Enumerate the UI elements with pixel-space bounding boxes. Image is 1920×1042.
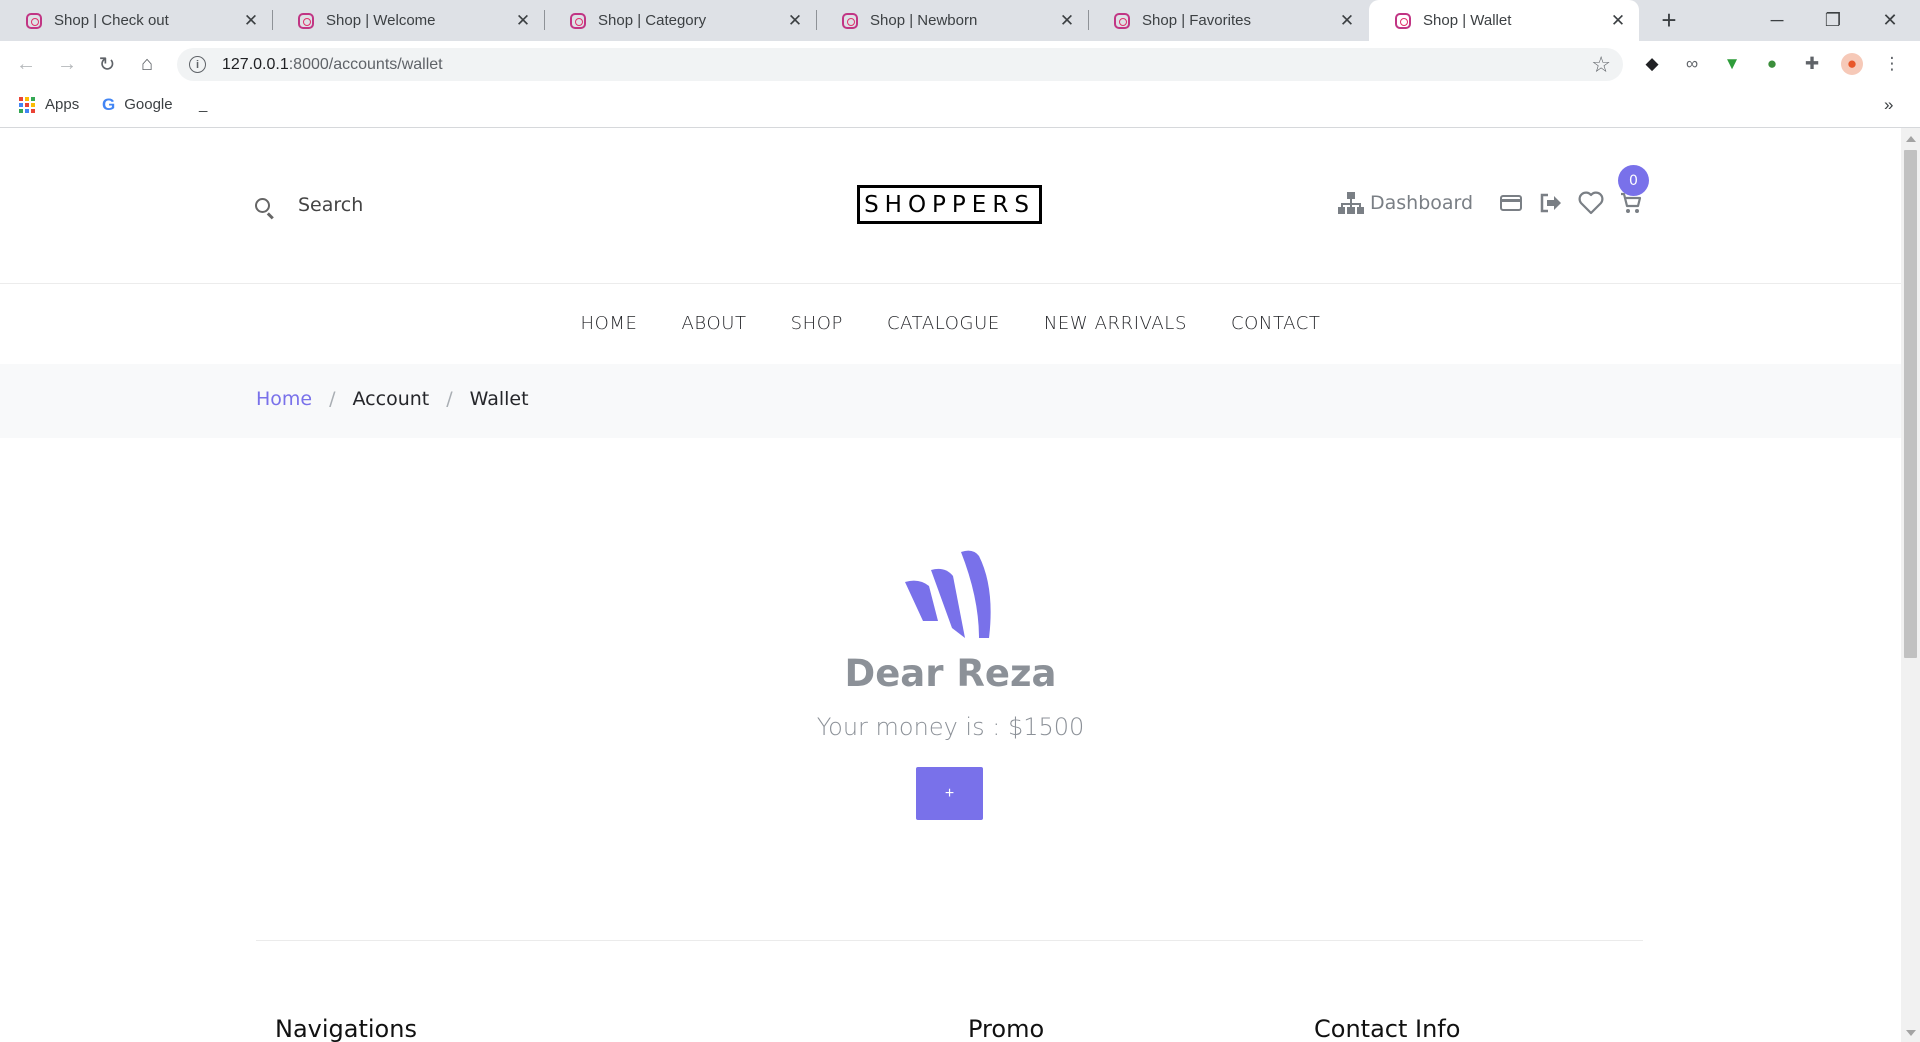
close-tab-icon[interactable]: ✕ [242,11,260,30]
logout-icon[interactable] [1538,190,1564,216]
apps-grid-icon [19,96,35,113]
extensions-puzzle-icon[interactable]: ✚ [1801,53,1823,75]
minimize-window-button[interactable]: ─ [1749,0,1805,41]
main-navigation: HOME ABOUT SHOP CATALOGUE NEW ARRIVALS C… [0,283,1901,363]
close-tab-icon[interactable]: ✕ [786,11,804,30]
tab-title: Shop | Newborn [870,12,978,29]
wallet-greeting: Dear Reza [844,652,1057,695]
url-host: 127.0.0.1 [222,55,289,73]
browser-menu-icon[interactable]: ⋮ [1881,53,1903,75]
scrollbar-thumb[interactable] [1904,150,1917,658]
close-tab-icon[interactable]: ✕ [514,11,532,30]
bookmark-google[interactable]: G Google [102,87,173,122]
tab-title: Shop | Wallet [1423,12,1512,29]
browser-toolbar: ← → ↻ ⌂ i 127.0.0.1:8000/accounts/wallet… [0,41,1920,87]
address-bar[interactable]: i 127.0.0.1:8000/accounts/wallet ☆ [177,48,1623,81]
page-scrollbar[interactable] [1901,128,1920,1042]
heart-icon[interactable] [1578,190,1604,216]
instagram-favicon-icon [26,12,42,29]
bookmark-label: Google [124,96,173,113]
breadcrumb-separator: / [329,388,336,410]
tab-title: Shop | Category [598,12,707,29]
browser-tab[interactable]: Shop | Check out ✕ [0,0,272,41]
footer-navigations-heading: Navigations [275,1015,417,1042]
bookmark-apps[interactable]: Apps [19,87,79,122]
bookmark-star-icon[interactable]: ☆ [1591,52,1611,78]
scroll-up-arrow-icon[interactable] [1906,136,1916,142]
forward-arrow-icon[interactable]: → [51,48,83,80]
search-input[interactable] [298,194,558,216]
extension-globe-icon[interactable]: ● [1761,53,1783,75]
bookmarks-bar: Apps G Google _ » [0,87,1920,128]
extension-arrow-icon[interactable]: ◆ [1641,53,1663,75]
footer-divider [256,940,1643,941]
google-icon: G [102,94,116,114]
wallet-balance: Your money is : $1500 [816,713,1085,741]
bookmark-label: _ [199,96,208,113]
footer-promo-heading: Promo [968,1015,1045,1042]
instagram-favicon-icon [1395,12,1411,29]
breadcrumb-current: Wallet [469,388,529,410]
tab-title: Shop | Check out [54,12,169,29]
dashboard-label: Dashboard [1370,192,1474,214]
new-tab-button[interactable]: + [1655,5,1683,35]
close-window-button[interactable]: ✕ [1862,0,1918,41]
dashboard-link[interactable]: Dashboard [1338,192,1473,214]
breadcrumb-home-link[interactable]: Home [256,388,312,410]
browser-tab[interactable]: Shop | Newborn ✕ [816,0,1088,41]
close-tab-icon[interactable]: ✕ [1058,11,1076,30]
footer-contact-heading: Contact Info [1314,1015,1461,1042]
nav-new-arrivals[interactable]: NEW ARRIVALS [1044,313,1187,334]
back-arrow-icon[interactable]: ← [10,48,42,80]
restore-window-button[interactable]: ❐ [1805,0,1861,41]
search-icon[interactable] [255,197,270,213]
header-actions: Dashboard [1338,188,1651,218]
breadcrumb-bar: Home / Account / Wallet [0,364,1901,438]
browser-tab[interactable]: Shop | Favorites ✕ [1088,0,1368,41]
nav-catalogue[interactable]: CATALOGUE [887,313,1000,334]
scroll-down-arrow-icon[interactable] [1906,1030,1916,1036]
instagram-favicon-icon [842,12,858,29]
nav-about[interactable]: ABOUT [681,313,746,334]
wallet-logo-icon [905,550,991,638]
cart-count-badge: 0 [1618,165,1649,196]
add-funds-button[interactable]: + [916,767,983,820]
site-info-icon[interactable]: i [189,56,206,73]
bookmark-label: Apps [45,96,80,113]
extension-link-icon[interactable]: ∞ [1681,53,1703,75]
nav-contact[interactable]: CONTACT [1231,313,1321,334]
reload-icon[interactable]: ↻ [91,48,123,80]
extension-v-icon[interactable]: ▼ [1721,53,1743,75]
close-tab-icon[interactable]: ✕ [1338,11,1356,30]
breadcrumb-account: Account [352,388,430,410]
browser-tab[interactable]: Shop | Welcome ✕ [272,0,544,41]
instagram-favicon-icon [1114,12,1130,29]
close-tab-icon[interactable]: ✕ [1609,11,1627,30]
profile-avatar-icon[interactable]: ● [1841,53,1863,75]
site-logo[interactable]: SHOPPERS [857,185,1042,224]
tab-title: Shop | Welcome [326,12,436,29]
nav-shop[interactable]: SHOP [791,313,843,334]
browser-tab-strip: Shop | Check out ✕ Shop | Welcome ✕ Shop… [0,0,1920,41]
bookmark-untitled[interactable]: _ [199,87,207,122]
url-path: :8000/accounts/wallet [288,55,443,73]
instagram-favicon-icon [570,12,586,29]
nav-home[interactable]: HOME [580,313,637,334]
breadcrumb-separator: / [446,388,453,410]
credit-card-icon[interactable] [1498,190,1524,216]
tab-title: Shop | Favorites [1142,12,1251,29]
breadcrumb: Home / Account / Wallet [256,388,529,410]
sitemap-icon [1338,192,1364,214]
page-viewport: SHOPPERS Dashboard [0,128,1901,1042]
bookmarks-overflow-button[interactable]: » [1884,87,1893,122]
site-search [255,194,558,216]
home-icon[interactable]: ⌂ [131,48,163,80]
browser-tab[interactable]: Shop | Category ✕ [544,0,816,41]
instagram-favicon-icon [298,12,314,29]
browser-tab-active[interactable]: Shop | Wallet ✕ [1369,0,1639,41]
